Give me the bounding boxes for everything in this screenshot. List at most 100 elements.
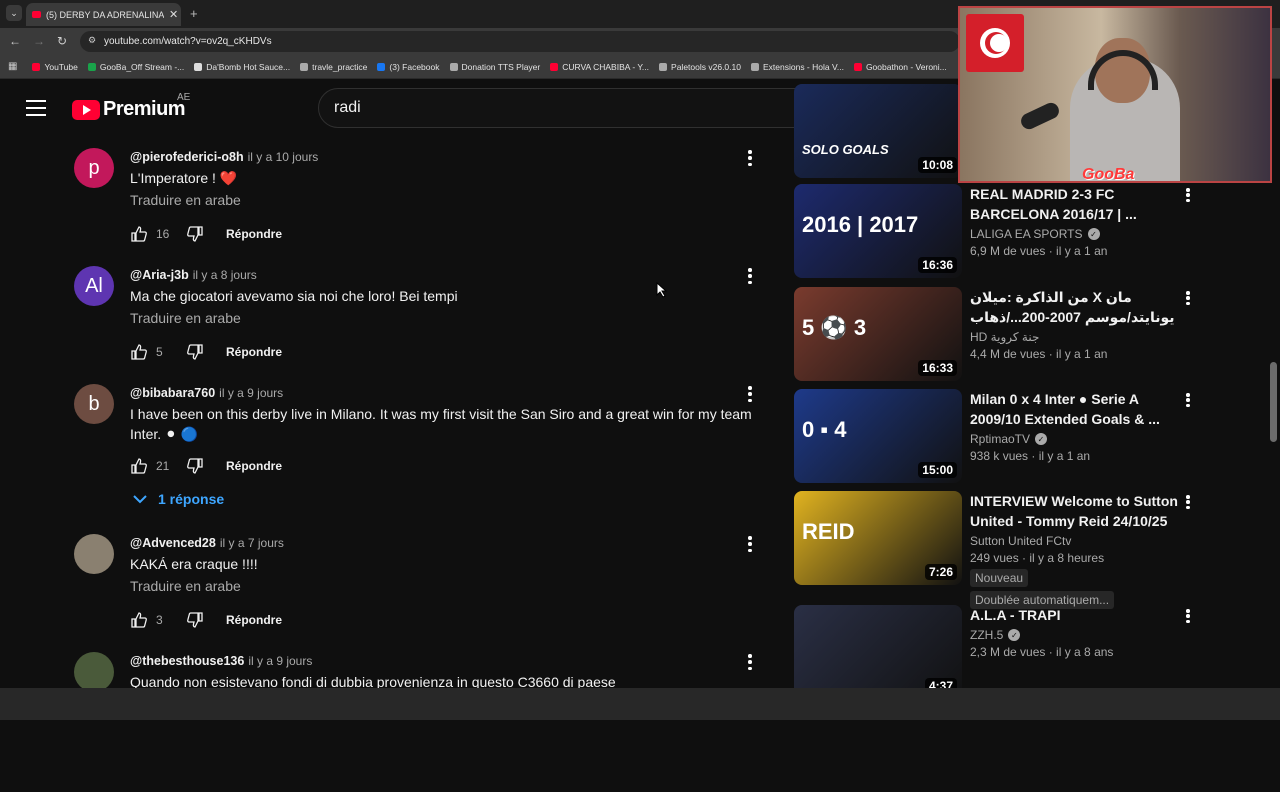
video-more-actions-icon[interactable]	[1184, 607, 1192, 625]
translate-link[interactable]: Traduire en arabe	[130, 578, 760, 598]
comment-more-actions-icon[interactable]	[744, 384, 756, 404]
translate-link[interactable]: Traduire en arabe	[130, 192, 760, 212]
comment-author[interactable]: @bibabara760	[130, 386, 215, 400]
video-more-actions-icon[interactable]	[1184, 289, 1192, 307]
comment-author[interactable]: @thebesthouse136	[130, 654, 244, 668]
bookmark-item[interactable]: travle_practice	[295, 62, 372, 72]
back-arrow-icon[interactable]: ←	[9, 34, 21, 48]
page-scrollbar[interactable]	[1270, 362, 1277, 442]
thumbs-down-icon[interactable]	[186, 611, 204, 629]
site-info-icon[interactable]: ⚙	[88, 35, 96, 46]
bookmark-item[interactable]: Donation TTS Player	[445, 62, 546, 72]
bookmark-favicon-icon	[377, 62, 386, 71]
bookmark-item[interactable]: YouTube	[27, 62, 82, 72]
bookmark-item[interactable]: GooBa_Off Stream -...	[83, 62, 189, 72]
channel-name-row: LALIGA EA SPORTS ✓	[970, 227, 1180, 241]
url-text: youtube.com/watch?v=ov2q_cKHDVs	[104, 36, 272, 47]
thumbs-down-icon[interactable]	[186, 457, 204, 475]
channel-name[interactable]: HD جنة كروية	[970, 330, 1039, 344]
video-duration: 15:00	[918, 462, 957, 478]
comment-more-actions-icon[interactable]	[744, 534, 756, 554]
comment-time[interactable]: il y a 8 jours	[193, 268, 257, 282]
thumbs-up-icon[interactable]	[130, 225, 148, 243]
thumbs-down-icon[interactable]	[186, 225, 204, 243]
avatar[interactable]	[74, 534, 114, 574]
browser-tab[interactable]: (5) DERBY DA ADRENALINA PU ✕	[26, 3, 181, 26]
avatar[interactable]: b	[74, 384, 114, 424]
address-bar[interactable]: ⚙ youtube.com/watch?v=ov2q_cKHDVs	[80, 31, 960, 52]
bookmark-item[interactable]: Da'Bomb Hot Sauce...	[189, 62, 295, 72]
channel-name[interactable]: Sutton United FCtv	[970, 534, 1071, 548]
thumbs-down-icon[interactable]	[186, 343, 204, 361]
avatar[interactable]: Al	[74, 266, 114, 306]
video-thumbnail[interactable]: 4:37	[794, 605, 962, 699]
video-more-actions-icon[interactable]	[1184, 391, 1192, 409]
comment-time[interactable]: il y a 7 jours	[220, 536, 284, 550]
video-title[interactable]: INTERVIEW Welcome to Sutton United - Tom…	[970, 491, 1180, 531]
video-thumbnail[interactable]: REID 7:26	[794, 491, 962, 585]
thumbs-up-icon[interactable]	[130, 457, 148, 475]
related-video-item[interactable]: 2016 | 2017 16:36 REAL MADRID 2-3 FC BARCE…	[794, 184, 1194, 280]
channel-name[interactable]: RptimaoTV	[970, 432, 1030, 446]
bookmark-item[interactable]: Paletools v26.0.10	[654, 62, 746, 72]
tab-list-chevron-icon[interactable]: ⌄	[6, 5, 22, 21]
channel-name-row: Sutton United FCtv	[970, 534, 1180, 548]
bookmark-favicon-icon	[550, 62, 559, 71]
bookmark-item[interactable]: CURVA CHABIBA - Y...	[545, 62, 654, 72]
reply-button[interactable]: Répondre	[226, 613, 282, 627]
bookmark-favicon-icon	[853, 62, 862, 71]
comment-more-actions-icon[interactable]	[744, 148, 756, 168]
bookmark-item[interactable]: Extensions - Hola V...	[746, 62, 849, 72]
bookmark-item[interactable]: Goobathon - Veroni...	[849, 62, 952, 72]
video-more-actions-icon[interactable]	[1184, 493, 1192, 511]
video-thumbnail[interactable]: 5 ⚽ 3 16:33	[794, 287, 962, 381]
tab-close-icon[interactable]: ✕	[169, 8, 178, 21]
channel-name[interactable]: ZZH.5	[970, 628, 1003, 642]
comment-more-actions-icon[interactable]	[744, 652, 756, 672]
bookmark-item[interactable]: (3) Facebook	[372, 62, 444, 72]
view-count: 249 vues	[970, 551, 1019, 565]
comment-author[interactable]: @pierofederici-o8h	[130, 150, 244, 164]
reply-button[interactable]: Répondre	[226, 459, 282, 473]
video-title[interactable]: REAL MADRID 2-3 FC BARCELONA 2016/17 | .…	[970, 184, 1180, 224]
related-video-item[interactable]: 4:37 A.L.A - TRAPI ZZH.5 ✓ 2,3 M de vues · i…	[794, 605, 1194, 701]
video-thumbnail[interactable]: 2016 | 2017 16:36	[794, 184, 962, 278]
comment-text: L'Imperatore ! ❤️	[130, 170, 238, 186]
video-meta: 4,4 M de vues · il y a 1 an	[970, 347, 1108, 361]
comment-author[interactable]: @Advenced28	[130, 536, 216, 550]
related-video-item[interactable]: 5 ⚽ 3 16:33 من الذاكرة :ميلان X مان يونايت…	[794, 287, 1194, 383]
channel-name[interactable]: LALIGA EA SPORTS	[970, 227, 1083, 241]
comment-more-actions-icon[interactable]	[744, 266, 756, 286]
video-thumbnail[interactable]: 0 ▪ 4 15:00	[794, 389, 962, 483]
comment-author[interactable]: @Aria-j3b	[130, 268, 189, 282]
apps-grid-icon[interactable]: ▦	[0, 61, 27, 72]
reply-button[interactable]: Répondre	[226, 345, 282, 359]
thumbs-up-icon[interactable]	[130, 343, 148, 361]
bookmark-favicon-icon	[300, 62, 309, 71]
video-thumbnail[interactable]: SOLO GOALS 10:08	[794, 84, 962, 178]
video-info: من الذاكرة :ميلان X مان يونايتد/موسم 200…	[970, 287, 1180, 361]
reply-button[interactable]: Répondre	[226, 227, 282, 241]
menu-hamburger-icon[interactable]	[26, 100, 46, 116]
view-replies-button[interactable]: 1 réponse	[132, 491, 224, 507]
search-input[interactable]: radi	[318, 88, 860, 128]
related-video-item[interactable]: REID 7:26 INTERVIEW Welcome to Sutton Unit…	[794, 491, 1194, 609]
translate-link[interactable]: Traduire en arabe	[130, 310, 760, 330]
comment-time[interactable]: il y a 10 jours	[248, 150, 319, 164]
youtube-premium-logo[interactable]: Premium AE	[72, 92, 190, 121]
comment-time[interactable]: il y a 9 jours	[219, 386, 283, 400]
reload-icon[interactable]: ↻	[57, 34, 67, 48]
new-tab-button[interactable]: +	[190, 6, 198, 21]
bookmark-favicon-icon	[449, 62, 458, 71]
video-more-actions-icon[interactable]	[1184, 186, 1192, 204]
related-video-item[interactable]: 0 ▪ 4 15:00 Milan 0 x 4 Inter ● Serie A 20…	[794, 389, 1194, 485]
comment-text: I have been on this derby live in Milano…	[130, 406, 752, 442]
avatar[interactable]: p	[74, 148, 114, 188]
avatar[interactable]	[74, 652, 114, 692]
thumbs-up-icon[interactable]	[130, 611, 148, 629]
video-title[interactable]: A.L.A - TRAPI	[970, 605, 1180, 625]
video-title[interactable]: من الذاكرة :ميلان X مان يونايتد/موسم 200…	[970, 287, 1180, 327]
comment-time[interactable]: il y a 9 jours	[248, 654, 312, 668]
video-title[interactable]: Milan 0 x 4 Inter ● Serie A 2009/10 Exte…	[970, 389, 1180, 429]
forward-arrow-icon[interactable]: →	[33, 34, 45, 48]
